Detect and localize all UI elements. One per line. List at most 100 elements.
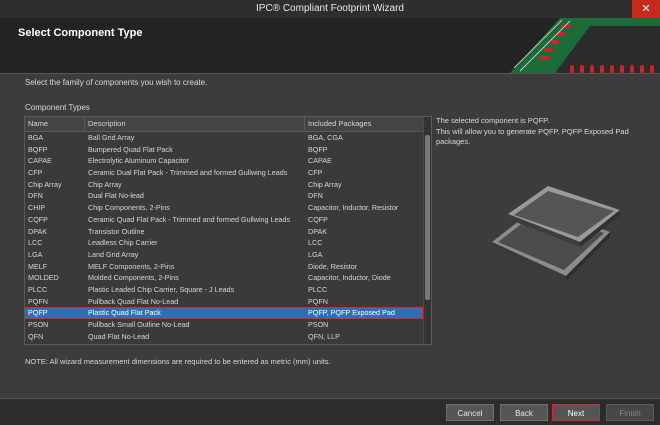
pcb-header-image — [510, 18, 660, 73]
generate-info-text: This will allow you to generate PQFP, PQ… — [436, 126, 629, 147]
row-description-cell: Plastic Quad Flat Pack — [88, 308, 161, 318]
component-types-table[interactable]: Name Description Included Packages BGA Ba… — [24, 116, 432, 345]
row-description-cell: Pullback Small Outline No-Lead — [88, 320, 190, 329]
table-row[interactable]: CAPAE Electrolytic Aluminum Capacitor CAPA… — [25, 155, 423, 167]
row-description-cell: Electrolytic Aluminum Capacitor — [88, 156, 190, 166]
row-packages-cell: PQFN — [308, 296, 328, 306]
component-types-label: Component Types — [25, 103, 90, 112]
column-header-description[interactable]: Description — [85, 117, 305, 131]
row-description-cell: Chip Components, 2-Pins — [88, 203, 170, 213]
row-packages-cell: Double Row QFN — [305, 342, 423, 344]
table-row[interactable]: DPAK Transistor Outline DPAK — [25, 226, 423, 238]
finish-button[interactable]: Finish — [606, 404, 654, 421]
row-packages-cell: PQFP, PQFP Exposed Pad — [308, 308, 395, 318]
scroll-thumb[interactable] — [425, 135, 430, 300]
instruction-text: Select the family of components you wish… — [25, 78, 208, 87]
table-row[interactable]: LGA Land Grid Array LGA — [25, 249, 423, 261]
metric-units-note: NOTE: All wizard measurement dimensions … — [25, 357, 331, 366]
page-title: Select Component Type — [18, 27, 143, 39]
row-packages-cell: BQFP — [308, 144, 328, 154]
row-description-cell: Ceramic Dual Flat Pack - Trimmed and for… — [88, 168, 288, 178]
vertical-scrollbar[interactable] — [423, 117, 431, 344]
cancel-button[interactable]: Cancel — [446, 404, 494, 421]
row-name-cell: DPAK — [28, 226, 48, 236]
row-description-cell: Quad Flat No-Lead, 2 Rows, Square — [85, 342, 305, 344]
row-packages-cell: CAPAE — [308, 156, 332, 166]
row-packages-cell: PSON — [308, 320, 329, 329]
row-name-cell: MOLDED — [28, 273, 59, 283]
table-row[interactable]: BGA Ball Grid Array BGA, CGA — [25, 132, 423, 144]
row-packages-cell: Chip Array — [308, 179, 342, 189]
close-icon: ✕ — [641, 3, 651, 15]
row-description-cell: Transistor Outline — [88, 226, 145, 236]
table-row[interactable]: LCC Leadless Chip Carrier LCC — [25, 237, 423, 249]
table-row[interactable]: CHIP Chip Components, 2-Pins Capacitor, In… — [25, 202, 423, 214]
row-description-cell: Land Grid Array — [88, 249, 139, 259]
table-row[interactable]: CFP Ceramic Dual Flat Pack - Trimmed and … — [25, 167, 423, 179]
table-row[interactable]: CQFP Ceramic Quad Flat Pack - Trimmed and… — [25, 214, 423, 226]
row-packages-cell: PLCC — [308, 284, 328, 294]
wizard-window: IPC® Compliant Footprint Wizard ✕ Select… — [0, 0, 660, 425]
row-name-cell: QFN — [28, 331, 44, 341]
row-description-cell: Pullback Quad Flat No-Lead — [88, 296, 179, 306]
table-row[interactable]: PLCC Plastic Leaded Chip Carrier, Square … — [25, 284, 423, 296]
row-name-cell: PQFP — [28, 308, 48, 318]
row-packages-cell: QFN, LLP — [308, 331, 340, 341]
pqfp-chip-image — [492, 186, 620, 281]
row-packages-cell: CFP — [308, 168, 323, 178]
row-description-cell: Bumpered Quad Flat Pack — [88, 144, 173, 154]
row-name-cell: LGA — [28, 249, 43, 259]
row-packages-cell: Capacitor, Inductor, Diode — [308, 273, 391, 283]
selection-description: The selected component is PQFP. This wil… — [436, 116, 648, 148]
row-description-cell: Ceramic Quad Flat Pack - Trimmed and for… — [88, 214, 291, 224]
table-row[interactable]: QFN Quad Flat No-Lead QFN, LLP — [25, 331, 423, 343]
row-name-cell: PQFN — [28, 296, 48, 306]
row-name-cell: DFN — [28, 191, 43, 201]
row-name-cell: CQFP — [28, 214, 48, 224]
wizard-header: Select Component Type — [0, 18, 660, 74]
row-packages-cell: CQFP — [308, 214, 328, 224]
row-name-cell: QFN-2ROW — [25, 342, 85, 344]
table-row[interactable]: BQFP Bumpered Quad Flat Pack BQFP — [25, 144, 423, 156]
row-description-cell: Ball Grid Array — [88, 133, 135, 142]
row-packages-cell: LGA — [308, 249, 323, 259]
table-header: Name Description Included Packages — [25, 117, 423, 132]
close-button[interactable]: ✕ — [632, 0, 660, 18]
table-row[interactable]: PSON Pullback Small Outline No-Lead PSON — [25, 319, 423, 331]
row-name-cell: CFP — [28, 168, 43, 178]
row-name-cell: PSON — [28, 320, 49, 329]
row-name-cell: Chip Array — [28, 179, 62, 189]
table-row[interactable]: Chip Array Chip Array Chip Array — [25, 179, 423, 191]
table-row[interactable]: DFN Dual Flat No-lead DFN — [25, 190, 423, 202]
table-row[interactable]: QFN-2ROWQuad Flat No-Lead, 2 Rows, Squar… — [25, 342, 423, 344]
row-packages-cell: DPAK — [308, 226, 328, 236]
back-button[interactable]: Back — [500, 404, 548, 421]
row-name-cell: BQFP — [28, 144, 48, 154]
table-row[interactable]: PQFN Pullback Quad Flat No-Lead PQFN — [25, 296, 423, 308]
window-title: IPC® Compliant Footprint Wizard — [256, 3, 404, 14]
table-row[interactable]: MOLDED Molded Components, 2-Pins Capacitor… — [25, 272, 423, 284]
table-row[interactable]: PQFP Plastic Quad Flat Pack PQFP, PQFP Exp… — [25, 307, 423, 319]
row-description-cell: Quad Flat No-Lead — [88, 331, 150, 341]
table-body: BGA Ball Grid Array BGA, CGA BQFP Bumpered Q… — [25, 132, 423, 344]
title-bar: IPC® Compliant Footprint Wizard ✕ — [0, 0, 660, 18]
next-button[interactable]: Next — [552, 404, 600, 421]
row-name-cell: CAPAE — [28, 156, 52, 166]
row-description-cell: Dual Flat No-lead — [88, 191, 144, 201]
row-description-cell: MELF Components, 2-Pins — [88, 261, 175, 271]
row-packages-cell: BGA, CGA — [308, 133, 343, 142]
row-packages-cell: LCC — [308, 238, 323, 248]
row-packages-cell: Capacitor, Inductor, Resistor — [308, 203, 399, 213]
row-name-cell: PLCC — [28, 284, 48, 294]
row-packages-cell: Diode, Resistor — [308, 261, 358, 271]
row-description-cell: Chip Array — [88, 179, 122, 189]
row-description-cell: Plastic Leaded Chip Carrier, Square - J … — [88, 284, 235, 294]
row-description-cell: Leadless Chip Carrier — [88, 238, 158, 248]
table-row[interactable]: MELF MELF Components, 2-Pins Diode, Resist… — [25, 261, 423, 273]
column-header-packages[interactable]: Included Packages — [305, 117, 423, 131]
row-name-cell: LCC — [28, 238, 43, 248]
column-header-name[interactable]: Name — [25, 117, 85, 131]
row-name-cell: MELF — [28, 261, 48, 271]
row-name-cell: BGA — [28, 133, 44, 142]
row-description-cell: Molded Components, 2-Pins — [88, 273, 179, 283]
